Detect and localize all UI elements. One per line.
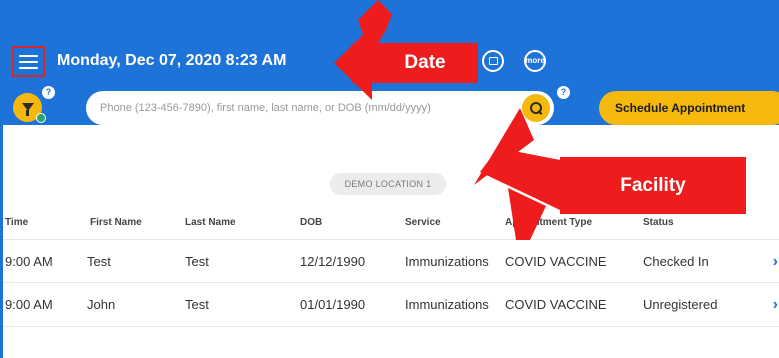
cell-appointment-type: COVID VACCINE: [505, 254, 607, 269]
current-date-time: Monday, Dec 07, 2020 8:23 AM: [57, 52, 287, 69]
cell-service: Immunizations: [405, 297, 489, 312]
chevron-right-icon[interactable]: ›: [773, 240, 778, 284]
cell-time: 9:00 AM: [5, 254, 53, 269]
column-header-dob: DOB: [300, 217, 323, 228]
column-header-appointment-type: Appointment Type: [505, 217, 593, 228]
search-input[interactable]: [100, 91, 510, 125]
cell-appointment-type: COVID VACCINE: [505, 297, 607, 312]
cell-status: Checked In: [643, 254, 709, 269]
filter-active-check-icon: [36, 113, 46, 123]
column-header-service: Service: [405, 217, 441, 228]
schedule-appointment-button[interactable]: Schedule Appointment: [599, 91, 779, 125]
date-annotation-label: Date: [372, 43, 478, 83]
more-icon[interactable]: more: [524, 50, 546, 72]
search-bar: [86, 91, 554, 125]
column-header-status: Status: [643, 217, 674, 228]
cell-dob: 12/12/1990: [300, 254, 366, 269]
cell-service: Immunizations: [405, 254, 489, 269]
table-row[interactable]: 9:00 AM Test Test 12/12/1990 Immunizatio…: [3, 239, 779, 283]
cell-last-name: Test: [185, 297, 209, 312]
search-icon[interactable]: [522, 94, 550, 122]
calendar-icon[interactable]: [482, 50, 504, 72]
cell-time: 9:00 AM: [5, 297, 53, 312]
column-header-last-name: Last Name: [185, 217, 236, 228]
cell-last-name: Test: [185, 254, 209, 269]
chevron-right-icon[interactable]: ›: [773, 283, 778, 327]
search-help-icon[interactable]: ?: [557, 86, 570, 99]
filter-help-icon[interactable]: ?: [42, 86, 55, 99]
facility-location-pill[interactable]: DEMO LOCATION 1: [330, 173, 446, 195]
table-row[interactable]: 9:00 AM John Test 01/01/1990 Immunizatio…: [3, 283, 779, 327]
facility-annotation-label: Facility: [560, 157, 746, 214]
hamburger-menu-icon[interactable]: [12, 46, 45, 77]
column-header-first-name: First Name: [90, 217, 142, 228]
cell-first-name: John: [87, 297, 116, 312]
cell-dob: 01/01/1990: [300, 297, 366, 312]
cell-first-name: Test: [87, 254, 111, 269]
app-frame: Monday, Dec 07, 2020 8:23 AM more ? ? Sc…: [0, 0, 779, 358]
cell-status: Unregistered: [643, 297, 718, 312]
column-header-time: Time: [5, 217, 29, 228]
more-icon-label: more: [525, 56, 545, 65]
